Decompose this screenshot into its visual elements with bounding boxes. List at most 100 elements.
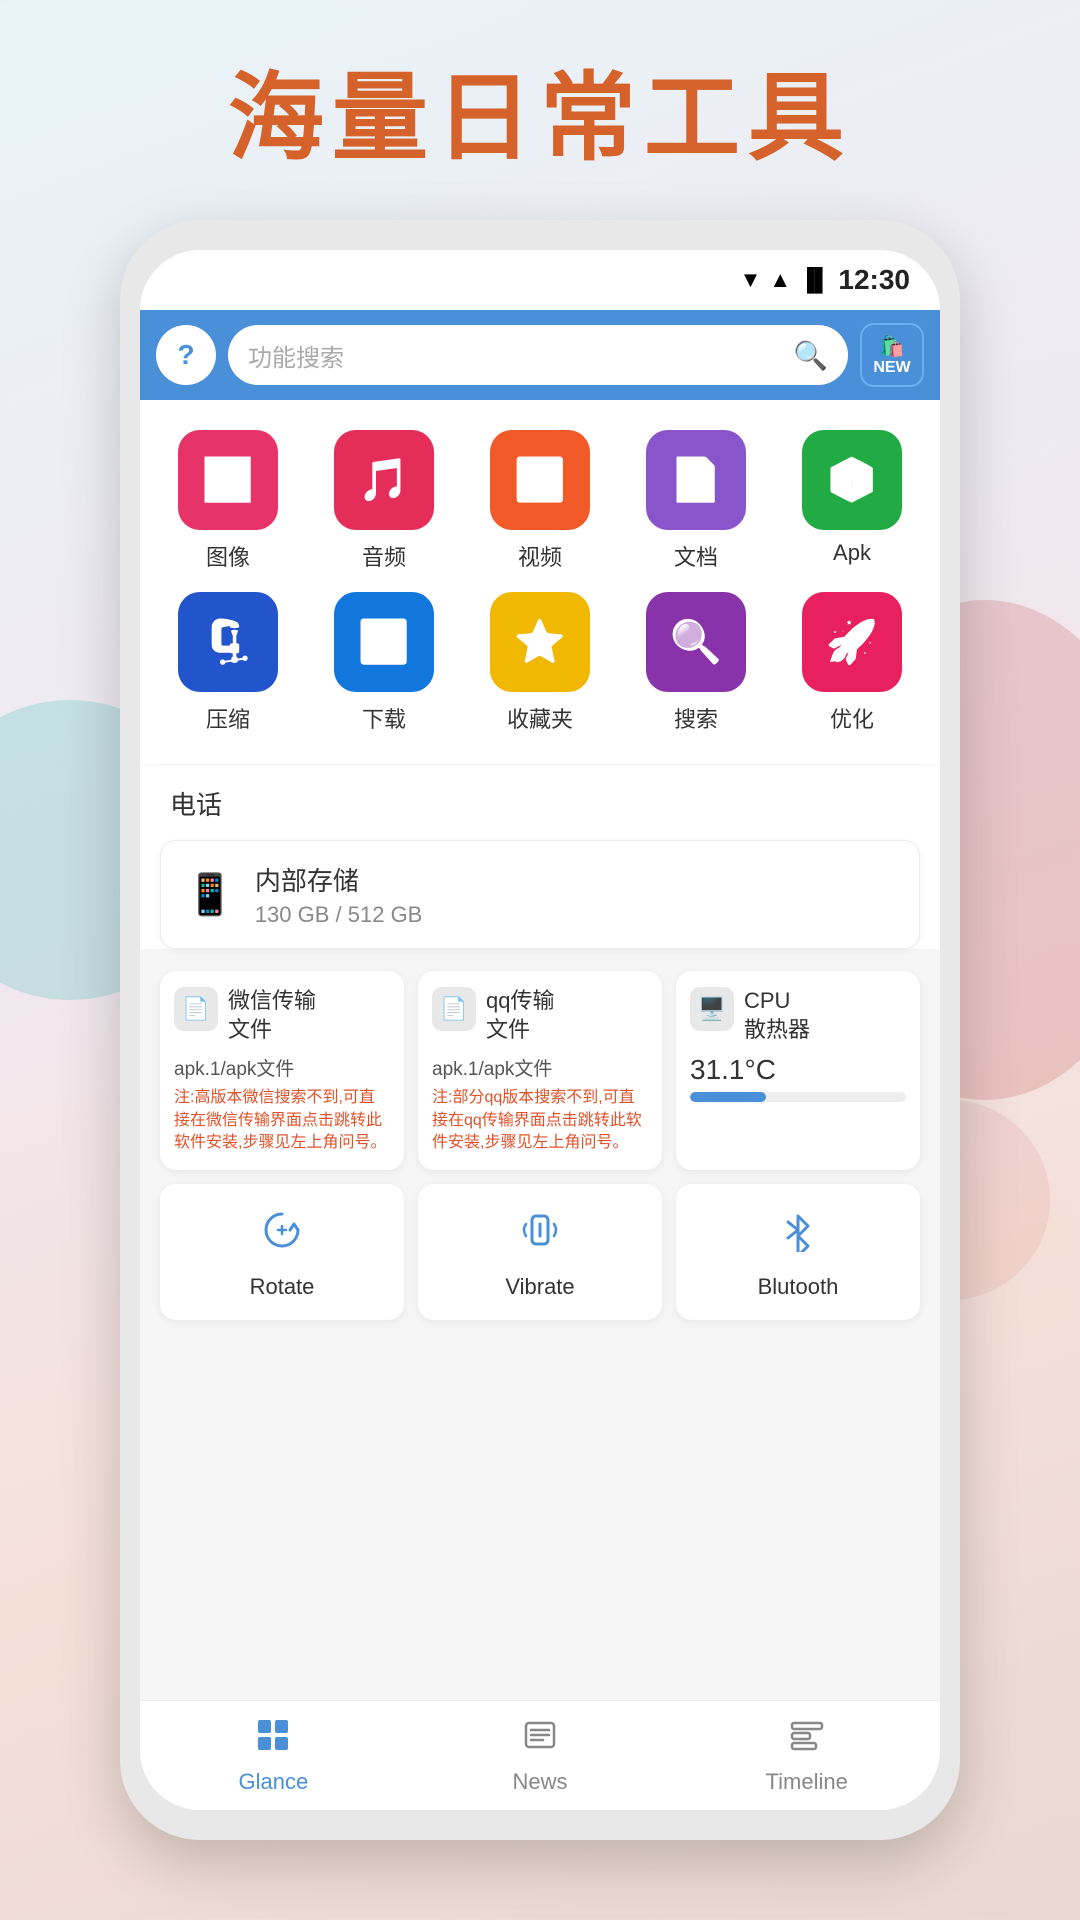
视频-label: 视频	[518, 540, 562, 572]
cpu-card-header: 🖥️ CPU散热器	[690, 987, 906, 1044]
wechat-transfer-card[interactable]: 📄 微信传输文件 apk.1/apk文件 注:高版本微信搜索不到,可直接在微信传…	[160, 971, 404, 1170]
Apk-icon: 📦	[826, 456, 878, 505]
rotate-card[interactable]: Rotate	[160, 1184, 404, 1320]
搜索-icon: 🔍	[670, 618, 722, 667]
优化-icon: 🚀	[826, 618, 878, 667]
icon-item-收藏夹[interactable]: ⭐ 收藏夹	[475, 592, 605, 734]
icon-item-下载[interactable]: ⬇️ 下载	[319, 592, 449, 734]
search-icon[interactable]: 🔍	[793, 339, 828, 372]
Apk-label: Apk	[833, 540, 871, 566]
压缩-icon: 🗜️	[202, 618, 254, 667]
help-button[interactable]: ?	[156, 325, 216, 385]
phone-section-label: 电话	[140, 765, 940, 832]
status-icons: ▼ ▲ ▐▌ 12:30	[740, 264, 910, 296]
timeline-icon	[788, 1716, 826, 1763]
status-time: 12:30	[838, 264, 910, 296]
icon-box-压缩: 🗜️	[178, 592, 278, 692]
icon-item-压缩[interactable]: 🗜️ 压缩	[163, 592, 293, 734]
wechat-card-sub: apk.1/apk文件	[174, 1054, 390, 1081]
icon-item-图像[interactable]: 🖼️ 图像	[163, 430, 293, 572]
news-icon	[521, 1716, 559, 1763]
help-icon: ?	[177, 339, 194, 371]
tool-cards-row: 📄 微信传输文件 apk.1/apk文件 注:高版本微信搜索不到,可直接在微信传…	[140, 957, 940, 1184]
icon-box-图像: 🖼️	[178, 430, 278, 530]
vibrate-label: Vibrate	[505, 1274, 574, 1300]
qq-card-note: 注:部分qq版本搜索不到,可直接在qq传输界面点击跳转此软件安装,步骤见左上角问…	[432, 1087, 648, 1154]
storage-card[interactable]: 📱 内部存储 130 GB / 512 GB	[160, 840, 920, 949]
视频-icon: ▶️	[514, 456, 566, 505]
icons-row-1: 🖼️ 图像 🎵 音频 ▶️ 视频 📄 文档 📦 Apk	[150, 420, 930, 582]
new-badge-button[interactable]: 🛍️ NEW	[860, 323, 924, 387]
icon-box-收藏夹: ⭐	[490, 592, 590, 692]
wechat-card-title: 微信传输文件	[228, 987, 316, 1044]
bluetooth-label: Blutooth	[758, 1274, 839, 1300]
bottom-tools-row: Rotate Vibrate	[140, 1184, 940, 1330]
phone-screen: ▼ ▲ ▐▌ 12:30 ? 功能搜索 🔍 🛍️ NEW	[140, 250, 940, 1810]
cpu-card-icon: 🖥️	[690, 987, 734, 1031]
icon-item-视频[interactable]: ▶️ 视频	[475, 430, 605, 572]
new-badge-label: NEW	[873, 359, 910, 377]
phone-frame: ▼ ▲ ▐▌ 12:30 ? 功能搜索 🔍 🛍️ NEW	[120, 220, 960, 1840]
下载-label: 下载	[362, 702, 406, 734]
搜索-label: 搜索	[674, 702, 718, 734]
search-placeholder: 功能搜索	[248, 338, 783, 373]
优化-label: 优化	[830, 702, 874, 734]
icon-box-搜索: 🔍	[646, 592, 746, 692]
new-badge-bag-icon: 🛍️	[880, 334, 905, 359]
icon-item-优化[interactable]: 🚀 优化	[787, 592, 917, 734]
wechat-card-icon: 📄	[174, 987, 218, 1031]
压缩-label: 压缩	[206, 702, 250, 734]
图像-label: 图像	[206, 540, 250, 572]
storage-detail: 130 GB / 512 GB	[255, 902, 423, 928]
timeline-label: Timeline	[766, 1769, 848, 1795]
nav-news[interactable]: News	[407, 1706, 674, 1805]
下载-icon: ⬇️	[358, 618, 410, 667]
nav-timeline[interactable]: Timeline	[673, 1706, 940, 1805]
page-title: 海量日常工具	[0, 40, 1080, 179]
icon-box-音频: 🎵	[334, 430, 434, 530]
nav-glance[interactable]: Glance	[140, 1706, 407, 1805]
signal-icon: ▲	[769, 267, 791, 293]
top-bar: ? 功能搜索 🔍 🛍️ NEW	[140, 310, 940, 400]
bluetooth-card[interactable]: Blutooth	[676, 1184, 920, 1320]
bottom-nav: Glance News	[140, 1700, 940, 1810]
音频-label: 音频	[362, 540, 406, 572]
storage-icon: 📱	[185, 871, 235, 918]
status-bar: ▼ ▲ ▐▌ 12:30	[140, 250, 940, 310]
bluetooth-icon	[776, 1208, 820, 1262]
cpu-bar-fill	[690, 1092, 766, 1102]
cpu-card-title: CPU散热器	[744, 987, 810, 1044]
文档-icon: 📄	[670, 456, 722, 505]
vibrate-icon	[518, 1208, 562, 1262]
icons-row-2: 🗜️ 压缩 ⬇️ 下载 ⭐ 收藏夹 🔍 搜索 🚀 优化	[150, 582, 930, 744]
qq-card-sub: apk.1/apk文件	[432, 1054, 648, 1081]
vibrate-card[interactable]: Vibrate	[418, 1184, 662, 1320]
icon-box-优化: 🚀	[802, 592, 902, 692]
glance-icon	[254, 1716, 292, 1763]
icon-item-Apk[interactable]: 📦 Apk	[787, 430, 917, 572]
search-bar[interactable]: 功能搜索 🔍	[228, 325, 848, 385]
battery-icon: ▐▌	[799, 267, 830, 293]
main-content: 🖼️ 图像 🎵 音频 ▶️ 视频 📄 文档 📦 Apk	[140, 400, 940, 1700]
rotate-icon	[260, 1208, 304, 1262]
icon-box-文档: 📄	[646, 430, 746, 530]
cpu-temp: 31.1°C	[690, 1054, 906, 1086]
icon-box-下载: ⬇️	[334, 592, 434, 692]
qq-card-title: qq传输文件	[486, 987, 554, 1044]
glance-label: Glance	[238, 1769, 308, 1795]
qq-card-icon: 📄	[432, 987, 476, 1031]
icons-section: 🖼️ 图像 🎵 音频 ▶️ 视频 📄 文档 📦 Apk	[140, 400, 940, 764]
phone-section: 电话 📱 内部存储 130 GB / 512 GB	[140, 765, 940, 949]
cpu-cooler-card[interactable]: 🖥️ CPU散热器 31.1°C	[676, 971, 920, 1170]
icon-item-音频[interactable]: 🎵 音频	[319, 430, 449, 572]
rotate-label: Rotate	[250, 1274, 315, 1300]
cpu-bar-bg	[690, 1092, 906, 1102]
qq-transfer-card[interactable]: 📄 qq传输文件 apk.1/apk文件 注:部分qq版本搜索不到,可直接在qq…	[418, 971, 662, 1170]
音频-icon: 🎵	[358, 456, 410, 505]
收藏夹-icon: ⭐	[514, 618, 566, 667]
icon-item-文档[interactable]: 📄 文档	[631, 430, 761, 572]
storage-title: 内部存储	[255, 861, 423, 898]
图像-icon: 🖼️	[202, 456, 254, 505]
icon-item-搜索[interactable]: 🔍 搜索	[631, 592, 761, 734]
收藏夹-label: 收藏夹	[507, 702, 573, 734]
